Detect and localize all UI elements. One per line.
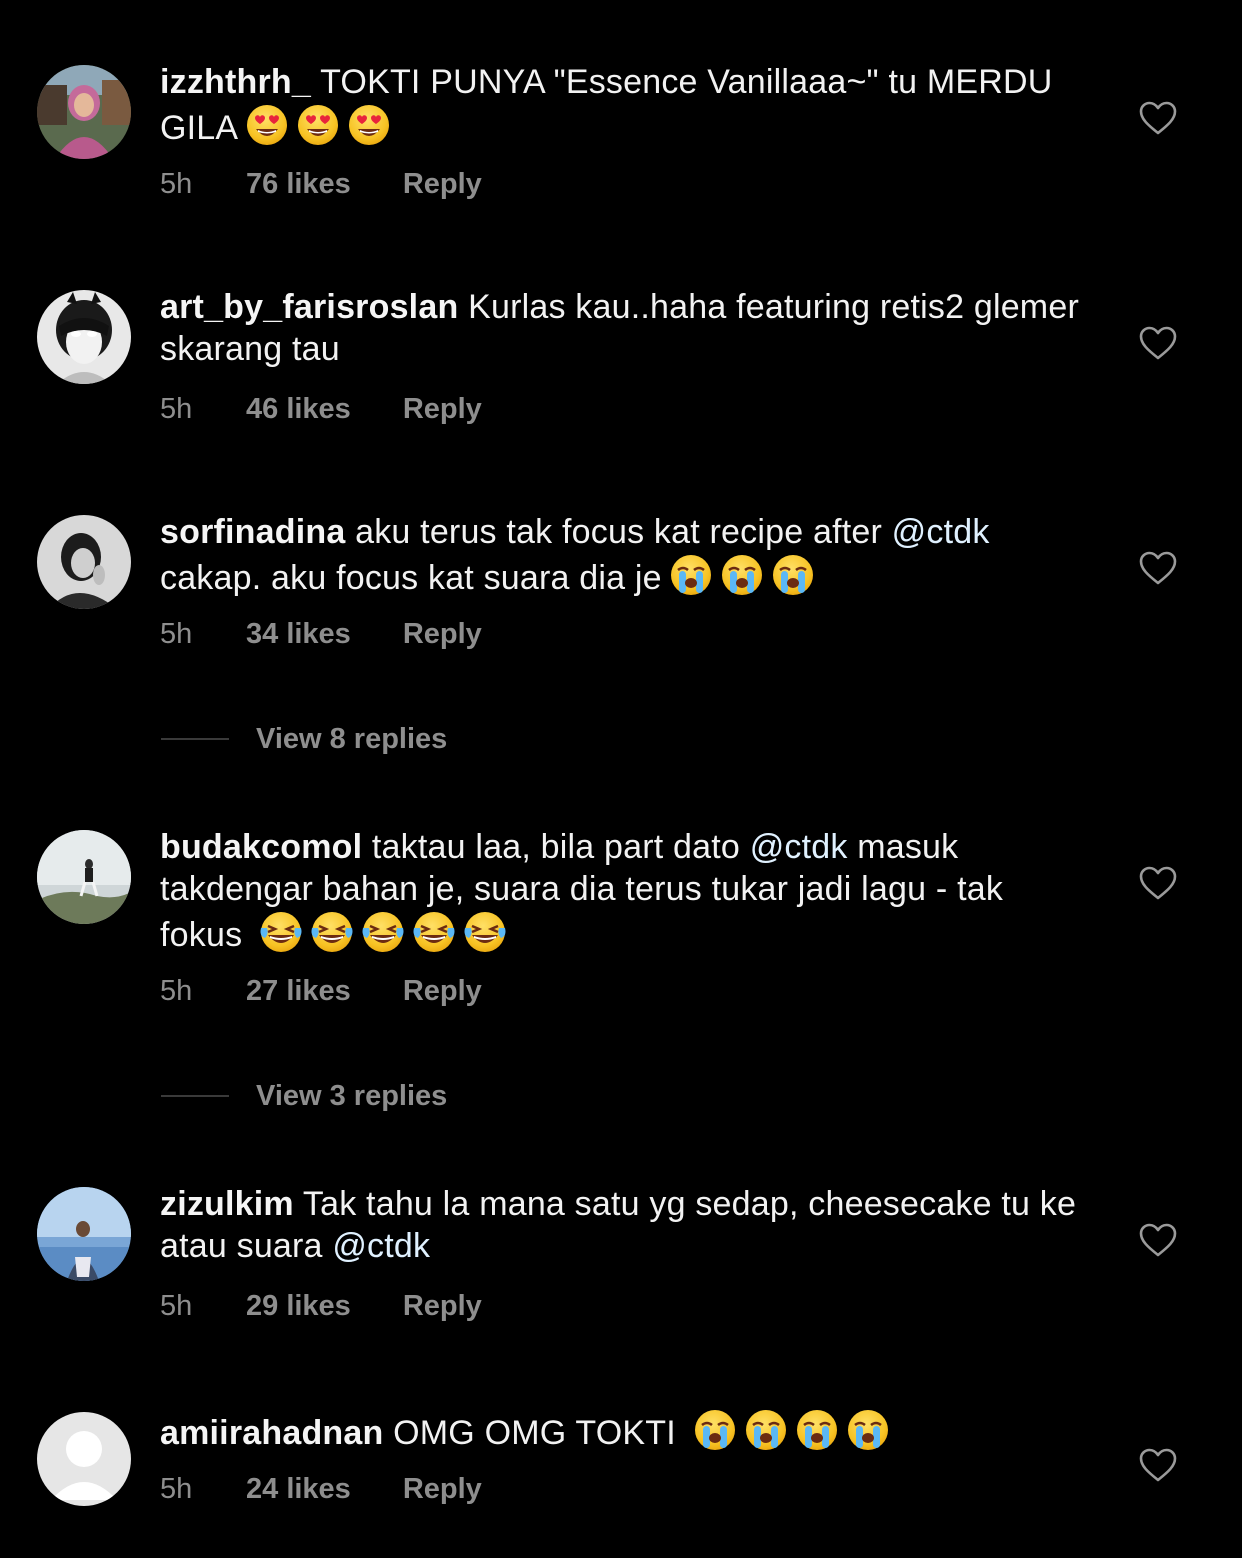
comment-username[interactable]: art_by_farisroslan [160,288,458,326]
comment-body-continued: cakap. aku focus kat suara dia je [160,559,662,597]
like-heart-icon[interactable] [1138,550,1178,586]
avatar[interactable] [37,830,131,924]
comment-text: budakcomol taktau laa, bila part dato @c… [160,826,1090,956]
view-replies-label[interactable]: View 3 replies [256,1078,447,1114]
comment-time: 5h [160,618,193,650]
crying-emoji-icon [693,1408,737,1452]
view-replies-label[interactable]: View 8 replies [256,721,447,757]
comment-body: OMG OMG TOKTI [393,1414,676,1452]
comment-username[interactable]: sorfinadina [160,513,345,551]
reply-button[interactable]: Reply [403,1472,482,1506]
comment-time: 5h [160,393,193,425]
heart-eyes-emoji-icon [347,103,391,147]
mention-link[interactable]: @ctdk [892,513,990,551]
divider-line [161,1095,229,1097]
comment-time: 5h [160,168,193,200]
mention-link[interactable]: @ctdk [332,1227,430,1265]
comment-likes[interactable]: 27 likes [246,974,351,1008]
comment-text: art_by_farisroslan Kurlas kau..haha feat… [160,286,1090,370]
reply-button[interactable]: Reply [403,974,482,1008]
comment-body: taktau laa, bila part dato [371,828,741,866]
comment-meta: 5h 34 likes Reply [160,617,482,651]
comment-text: amiirahadnan OMG OMG TOKTI [160,1408,1090,1454]
comment-body: aku terus tak focus kat recipe after [355,513,883,551]
avatar[interactable] [37,1187,131,1281]
crying-emoji-icon [720,553,764,597]
comment-time: 5h [160,1473,193,1505]
comment-likes[interactable]: 46 likes [246,392,351,426]
reply-button[interactable]: Reply [403,392,482,426]
avatar[interactable] [37,1412,131,1506]
comment-time: 5h [160,1290,193,1322]
comment-meta: 5h 29 likes Reply [160,1289,482,1323]
reply-button[interactable]: Reply [403,1289,482,1323]
comment-meta: 5h 27 likes Reply [160,974,482,1008]
reply-button[interactable]: Reply [403,617,482,651]
crying-emoji-icon [795,1408,839,1452]
crying-emoji-icon [846,1408,890,1452]
like-heart-icon[interactable] [1138,865,1178,901]
divider-line [161,738,229,740]
laughing-tears-emoji-icon [412,910,456,954]
comment-text: zizulkim Tak tahu la mana satu yg sedap,… [160,1183,1090,1267]
comment-meta: 5h 76 likes Reply [160,167,482,201]
avatar[interactable] [37,65,131,159]
comment-meta: 5h 24 likes Reply [160,1472,482,1506]
comment-likes[interactable]: 24 likes [246,1472,351,1506]
mention-link[interactable]: @ctdk [750,828,848,866]
comment-meta: 5h 46 likes Reply [160,392,482,426]
like-heart-icon[interactable] [1138,100,1178,136]
comment-time: 5h [160,975,193,1007]
like-heart-icon[interactable] [1138,1222,1178,1258]
avatar[interactable] [37,290,131,384]
comment-username[interactable]: izzhthrh_ [160,63,311,101]
heart-eyes-emoji-icon [245,103,289,147]
comment-text: sorfinadina aku terus tak focus kat reci… [160,511,1090,599]
comment-likes[interactable]: 34 likes [246,617,351,651]
comment-likes[interactable]: 29 likes [246,1289,351,1323]
avatar[interactable] [37,515,131,609]
crying-emoji-icon [771,553,815,597]
laughing-tears-emoji-icon [361,910,405,954]
like-heart-icon[interactable] [1138,1447,1178,1483]
heart-eyes-emoji-icon [296,103,340,147]
laughing-tears-emoji-icon [310,910,354,954]
like-heart-icon[interactable] [1138,325,1178,361]
comment-text: izzhthrh_ TOKTI PUNYA "Essence Vanillaaa… [160,61,1090,149]
comment-likes[interactable]: 76 likes [246,167,351,201]
laughing-tears-emoji-icon [259,910,303,954]
reply-button[interactable]: Reply [403,167,482,201]
laughing-tears-emoji-icon [463,910,507,954]
comment-username[interactable]: budakcomol [160,828,362,866]
crying-emoji-icon [669,553,713,597]
comment-username[interactable]: amiirahadnan [160,1414,383,1452]
comment-body: Tak tahu la mana satu yg sedap, cheeseca… [160,1185,1077,1265]
crying-emoji-icon [744,1408,788,1452]
comment-username[interactable]: zizulkim [160,1185,294,1223]
